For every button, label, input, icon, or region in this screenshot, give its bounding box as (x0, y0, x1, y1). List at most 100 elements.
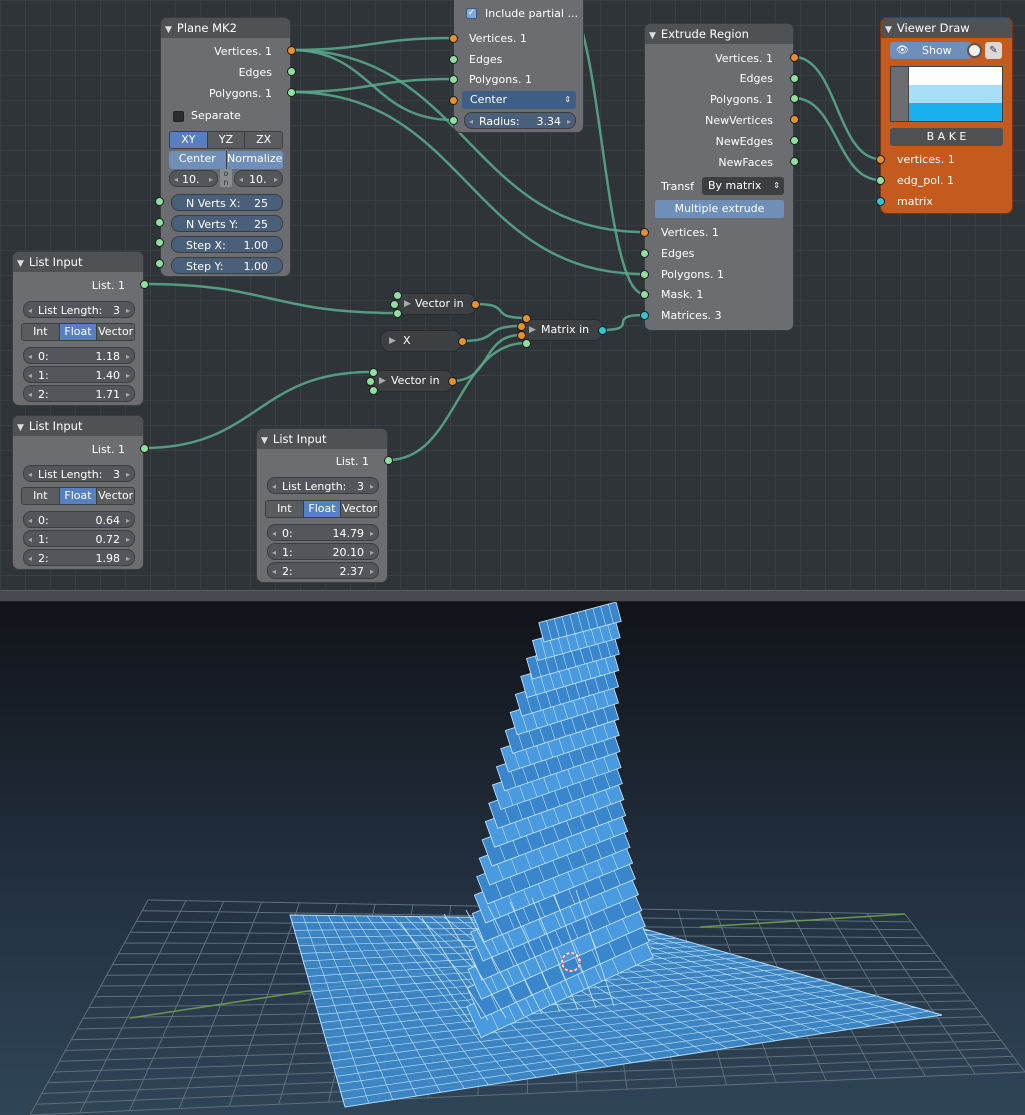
plane-yz-button[interactable]: YZ (207, 132, 246, 148)
socket-extrude-edges-out[interactable] (789, 73, 799, 83)
x-node[interactable]: ▶ X (380, 330, 462, 352)
shading-sphere-icon[interactable] (967, 43, 982, 58)
list-length-field[interactable]: ◂ List Length: 3 ▸ (23, 465, 135, 482)
socket-partial-center-in[interactable] (448, 95, 458, 105)
socket-plane-input-2[interactable] (154, 237, 164, 247)
show-toggle[interactable]: 👁 Show (890, 42, 972, 59)
transf-dropdown[interactable]: By matrix ⇕ (702, 177, 784, 195)
socket-plane-input-1[interactable] (154, 217, 164, 227)
mode-float-button[interactable]: Float (59, 324, 98, 340)
socket-plane-vertices-out[interactable] (286, 45, 296, 55)
center-toggle[interactable]: Center (169, 151, 227, 169)
viewer-draw-node[interactable]: ▼ Viewer Draw 👁 Show ✎ B A K E vertices. … (880, 17, 1013, 214)
center-normalize-row[interactable]: Center Normalize (169, 151, 283, 169)
socket-list1-out[interactable] (139, 279, 149, 289)
socket-plane-input-3[interactable] (154, 258, 164, 268)
step-x-field[interactable]: Step X: 1.00 (171, 236, 283, 253)
collapse-triangle-icon[interactable]: ▼ (165, 20, 172, 40)
separate-checkbox[interactable] (173, 111, 184, 122)
list-item-2[interactable]: ◂ 2: 1.98 ▸ (23, 549, 135, 566)
socket-extrude-newedges-out[interactable] (789, 135, 799, 145)
mode-vector-button[interactable]: Vector (97, 324, 134, 340)
list-length-field[interactable]: ◂ List Length: 3 ▸ (23, 301, 135, 318)
plane-mk2-node[interactable]: ▼ Plane MK2 Vertices. 1 Edges Polygons. 1… (160, 17, 291, 277)
plane-selector[interactable]: XY YZ ZX (169, 131, 283, 149)
socket-list3-out[interactable] (383, 455, 393, 465)
list-mode-selector[interactable]: Int Float Vector (21, 323, 135, 341)
list-mode-selector[interactable]: Int Float Vector (265, 500, 379, 518)
list-item-1[interactable]: ◂ 1: 1.40 ▸ (23, 366, 135, 383)
socket-vec2-out[interactable] (447, 376, 457, 386)
collapse-triangle-icon[interactable]: ▼ (885, 20, 892, 40)
socket-partial-edges-in[interactable] (448, 54, 458, 64)
socket-plane-edges-out[interactable] (286, 66, 296, 76)
expand-triangle-icon[interactable]: ▶ (379, 371, 386, 391)
wire-list1-to-vector1[interactable] (143, 282, 398, 315)
collapse-triangle-icon[interactable]: ▼ (649, 26, 656, 46)
wire-plane-verts-to-partial[interactable] (290, 36, 454, 52)
socket-vec1-in-c[interactable] (392, 308, 402, 318)
list-input-node-2[interactable]: ▼ List Input List. 1 ◂ List Length: 3 ▸ Int … (12, 415, 144, 570)
size-y-field[interactable]: ◂ 10. ▸ (234, 170, 283, 187)
socket-vec1-in-a[interactable] (392, 290, 402, 300)
radius-field[interactable]: ◂ Radius: 3.34 ▸ (464, 112, 576, 129)
socket-extrude-polygons-in[interactable] (639, 269, 649, 279)
bake-button[interactable]: B A K E (890, 128, 1003, 146)
collapse-triangle-icon[interactable]: ▼ (17, 418, 24, 438)
socket-viewer-matrix-in[interactable] (875, 196, 885, 206)
collapse-triangle-icon[interactable]: ▼ (261, 431, 268, 451)
list-item-0[interactable]: ◂ 0: 1.18 ▸ (23, 347, 135, 364)
socket-partial-radius-in[interactable] (448, 115, 458, 125)
plane-xy-button[interactable]: XY (170, 132, 208, 148)
socket-plane-input-0[interactable] (154, 196, 164, 206)
list-item-0[interactable]: ◂ 0: 0.64 ▸ (23, 511, 135, 528)
mode-int-button[interactable]: Int (266, 501, 304, 517)
expand-triangle-icon[interactable]: ▶ (404, 294, 411, 314)
socket-viewer-vertices-in[interactable] (875, 154, 885, 164)
socket-viewer-edgpol-in[interactable] (875, 175, 885, 185)
list-input-header[interactable]: ▼ List Input (13, 252, 143, 272)
list-mode-selector[interactable]: Int Float Vector (21, 487, 135, 505)
plane-mk2-header[interactable]: ▼ Plane MK2 (161, 18, 290, 38)
plane-zx-button[interactable]: ZX (245, 132, 282, 148)
list-item-2[interactable]: ◂ 2: 2.37 ▸ (267, 562, 379, 579)
socket-vec2-in-b[interactable] (365, 376, 375, 386)
area-divider[interactable] (0, 590, 1025, 602)
list-item-2[interactable]: ◂ 2: 1.71 ▸ (23, 385, 135, 402)
size-x-field[interactable]: ◂ 10. ▸ (169, 170, 218, 187)
socket-x-out[interactable] (457, 336, 467, 346)
step-y-field[interactable]: Step Y: 1.00 (171, 257, 283, 274)
mode-int-button[interactable]: Int (22, 324, 60, 340)
socket-extrude-edges-in[interactable] (639, 248, 649, 258)
wire-list3-to-matrix[interactable] (387, 341, 527, 462)
3d-viewport[interactable] (0, 602, 1025, 1115)
socket-vec1-in-b[interactable] (389, 299, 399, 309)
socket-extrude-vertices-in[interactable] (639, 227, 649, 237)
wire-plane-to-radius[interactable] (290, 48, 454, 122)
socket-extrude-polygons-out[interactable] (789, 93, 799, 103)
wire-vector1-to-matrix[interactable] (474, 302, 527, 320)
socket-mat-in-b[interactable] (516, 321, 526, 331)
node-editor[interactable]: ▼ Plane MK2 Vertices. 1 Edges Polygons. 1… (0, 0, 1025, 590)
socket-vec2-in-a[interactable] (368, 367, 378, 377)
matrix-in-node[interactable]: ▶ Matrix in (520, 319, 604, 341)
socket-mat-in-d[interactable] (521, 338, 531, 348)
select-in-radius-node[interactable]: ✓ Include partial ... Vertices. 1 Edges … (453, 0, 584, 133)
socket-extrude-vertices-out[interactable] (789, 52, 799, 62)
mode-dropdown[interactable]: Center ⇕ (462, 91, 576, 109)
list-input-header[interactable]: ▼ List Input (13, 416, 143, 436)
list-item-0[interactable]: ◂ 0: 14.79 ▸ (267, 524, 379, 541)
mode-int-button[interactable]: Int (22, 488, 60, 504)
list-input-node-1[interactable]: ▼ List Input List. 1 ◂ List Length: 3 ▸ Int … (12, 251, 144, 406)
socket-extrude-mask-in[interactable] (639, 289, 649, 299)
list-length-field[interactable]: ◂ List Length: 3 ▸ (267, 477, 379, 494)
list-item-1[interactable]: ◂ 1: 0.72 ▸ (23, 530, 135, 547)
multiple-extrude-toggle[interactable]: Multiple extrude (655, 200, 784, 218)
list-input-header[interactable]: ▼ List Input (257, 429, 387, 449)
wire-matrix-to-extrude[interactable] (601, 313, 645, 332)
socket-mat-in-a[interactable] (521, 313, 531, 323)
wire-extrude-verts-to-viewer[interactable] (793, 55, 881, 161)
n-verts-y-field[interactable]: N Verts Y: 25 (171, 215, 283, 232)
mode-vector-button[interactable]: Vector (97, 488, 134, 504)
collapse-triangle-icon[interactable]: ▼ (17, 254, 24, 274)
